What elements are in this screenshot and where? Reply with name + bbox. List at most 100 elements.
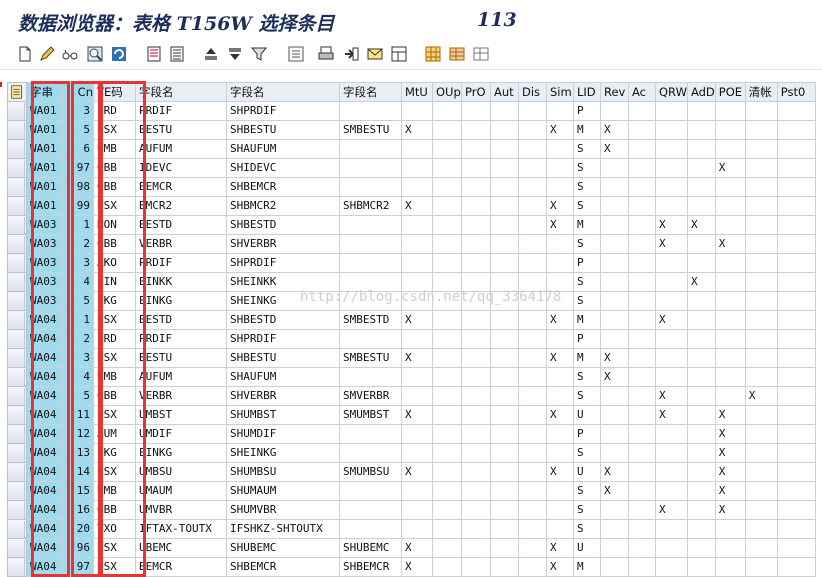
row-selector[interactable] xyxy=(7,120,27,140)
table-cell xyxy=(432,196,462,216)
row-selector[interactable] xyxy=(7,291,27,311)
row-selector[interactable] xyxy=(7,253,27,273)
row-selector[interactable] xyxy=(7,424,27,444)
new-document-icon[interactable] xyxy=(16,45,34,63)
table-row[interactable]: WA04 12 AUM UMDIF SHUMDIF P X xyxy=(7,424,816,444)
table-row[interactable]: WA01 3 PRD PRDIF SHPRDIF P xyxy=(7,101,816,121)
row-selector[interactable] xyxy=(7,519,27,539)
table-cell: X xyxy=(546,310,574,330)
column-header[interactable]: Cn xyxy=(62,82,94,102)
row-selector[interactable] xyxy=(7,158,27,178)
row-selector[interactable] xyxy=(7,101,27,121)
refresh-icon[interactable] xyxy=(110,45,128,63)
column-header[interactable]: AdD xyxy=(686,82,716,102)
column-header[interactable]: LID xyxy=(573,82,601,102)
table-row[interactable]: WA01 97 GBB IDEVC SHIDEVC S X xyxy=(7,158,816,178)
column-header[interactable]: 字段名 xyxy=(226,82,340,102)
column-header[interactable]: 字串 xyxy=(26,82,63,102)
table-row[interactable]: WA04 14 BSX UMBSU SHUMBSU SMUMBSU X X U X X xyxy=(7,462,816,482)
glasses-display-icon[interactable] xyxy=(61,45,79,63)
list-icon[interactable] xyxy=(168,45,186,63)
column-header[interactable]: TE码 xyxy=(93,82,136,102)
column-header[interactable]: Dis xyxy=(518,82,547,102)
other-view-icon[interactable] xyxy=(472,45,490,63)
table-cell xyxy=(776,310,816,330)
column-header[interactable]: Rev xyxy=(600,82,629,102)
settings-icon[interactable] xyxy=(287,45,305,63)
sort-ascending-icon[interactable] xyxy=(202,45,220,63)
edit-pencil-icon[interactable] xyxy=(38,45,56,63)
column-header[interactable]: PrO xyxy=(461,82,491,102)
column-header[interactable]: 字段名 xyxy=(339,82,402,102)
row-selector[interactable] xyxy=(7,538,27,558)
column-header[interactable]: POE xyxy=(714,82,746,102)
row-selector[interactable] xyxy=(7,500,27,520)
table-row[interactable]: WA04 15 UMB UMAUM SHUMAUM S X X xyxy=(7,481,816,501)
column-header[interactable]: OUp xyxy=(432,82,462,102)
row-selector[interactable] xyxy=(7,234,27,254)
sort-descending-icon[interactable] xyxy=(226,45,244,63)
column-header[interactable]: 字段名 xyxy=(135,82,227,102)
row-selector[interactable] xyxy=(7,386,27,406)
column-header[interactable]: Pst0 xyxy=(776,82,816,102)
table-cell xyxy=(600,538,629,558)
table-row[interactable]: WA04 16 GBB UMVBR SHUMVBR S X X xyxy=(7,500,816,520)
table-row[interactable]: WA01 98 GBB BEMCR SHBEMCR S xyxy=(7,177,816,197)
table-row[interactable]: WA01 6 UMB AUFUM SHAUFUM S X xyxy=(7,139,816,159)
table-row[interactable]: WA04 11 BSX UMBST SHUMBST SMUMBST X X U X X xyxy=(7,405,816,425)
row-selector[interactable] xyxy=(7,329,27,349)
detail-icon[interactable] xyxy=(145,45,163,63)
table-cell xyxy=(655,462,688,482)
export-icon[interactable] xyxy=(342,45,360,63)
select-all-icon[interactable] xyxy=(7,82,27,102)
table-cell xyxy=(432,481,462,501)
row-selector[interactable] xyxy=(7,367,27,387)
row-selector[interactable] xyxy=(7,557,27,577)
table-cell xyxy=(432,120,462,140)
row-selector[interactable] xyxy=(7,196,27,216)
table-cell xyxy=(744,519,778,539)
column-header[interactable]: Sim xyxy=(546,82,574,102)
row-selector[interactable] xyxy=(7,310,27,330)
table-row[interactable]: WA04 2 PRD PRDIF SHPRDIF P xyxy=(7,329,816,349)
table-row[interactable]: WA01 99 BSX BMCR2 SHBMCR2 SHBMCR2 X X S xyxy=(7,196,816,216)
column-header[interactable]: 清帐 xyxy=(744,82,778,102)
mail-icon[interactable] xyxy=(366,45,384,63)
table-row[interactable]: WA04 1 BSX BESTD SHBESTD SMBESTD X X M X xyxy=(7,310,816,330)
row-selector[interactable] xyxy=(7,462,27,482)
row-selector[interactable] xyxy=(7,272,27,292)
row-selector[interactable] xyxy=(7,348,27,368)
choose-layout-icon[interactable] xyxy=(424,45,442,63)
table-row[interactable]: WA04 97 BSX BEMCR SHBEMCR SHBEMCR X X M xyxy=(7,557,816,577)
column-header[interactable]: QRW xyxy=(655,82,688,102)
table-row[interactable]: WA04 3 BSX BESTU SHBESTU SMBESTU X X M X xyxy=(7,348,816,368)
row-selector[interactable] xyxy=(7,177,27,197)
column-header[interactable]: Ac xyxy=(628,82,656,102)
row-selector[interactable] xyxy=(7,139,27,159)
table-cell xyxy=(461,329,491,349)
filter-icon[interactable] xyxy=(250,45,268,63)
table-row[interactable]: WA04 4 UMB AUFUM SHAUFUM S X xyxy=(7,367,816,387)
table-cell xyxy=(518,253,547,273)
table-row[interactable]: WA04 96 BSX UBEMC SHUBEMC SHUBEMC X X U xyxy=(7,538,816,558)
row-selector[interactable] xyxy=(7,405,27,425)
table-row[interactable]: WA03 2 GBB VERBR SHVERBR S X X xyxy=(7,234,816,254)
table-row[interactable]: WA04 13 EKG EINKG SHEINKG S X xyxy=(7,443,816,463)
column-header[interactable]: Aut xyxy=(490,82,519,102)
table-row[interactable]: WA04 20 TXO IFTAX-TOUTX IFSHKZ-SHTOUTX S xyxy=(7,519,816,539)
table-view-icon[interactable] xyxy=(448,45,466,63)
row-selector[interactable] xyxy=(7,443,27,463)
table-row[interactable]: WA03 3 AKO PRDIF SHPRDIF P xyxy=(7,253,816,273)
table-cell xyxy=(714,310,746,330)
layout-icon[interactable] xyxy=(390,45,408,63)
table-row[interactable]: WA01 5 BSX BESTU SHBESTU SMBESTU X X M X xyxy=(7,120,816,140)
row-selector[interactable] xyxy=(7,481,27,501)
find-icon[interactable] xyxy=(86,45,104,63)
table-row[interactable]: WA03 1 KON BESTD SHBESTD X M X X xyxy=(7,215,816,235)
column-header[interactable]: MtU xyxy=(401,82,433,102)
row-selector[interactable] xyxy=(7,215,27,235)
print-icon[interactable] xyxy=(317,45,335,63)
table-cell xyxy=(490,443,519,463)
table-cell xyxy=(628,557,656,577)
table-row[interactable]: WA04 5 GBB VERBR SHVERBR SMVERBR S X X xyxy=(7,386,816,406)
